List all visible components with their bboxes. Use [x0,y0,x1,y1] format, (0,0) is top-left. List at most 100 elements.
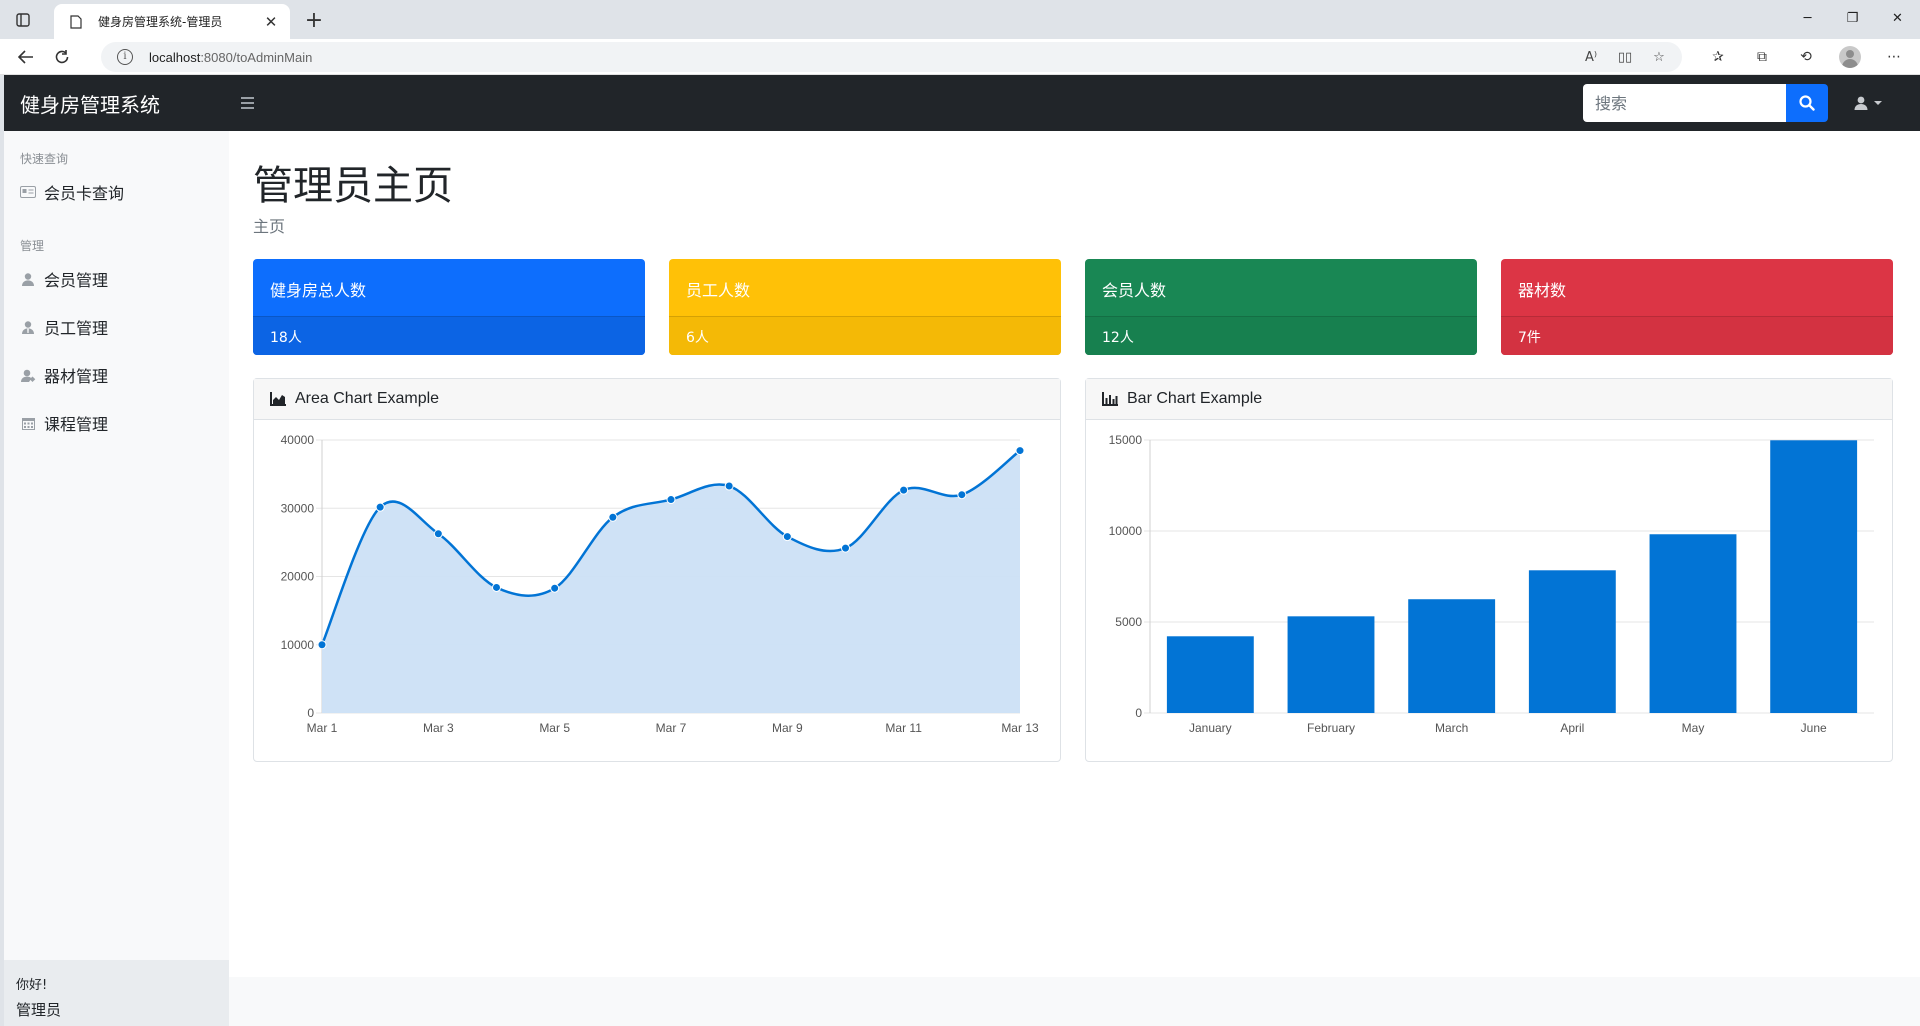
stat-card-equipment-count[interactable]: 器材数 7件 [1501,259,1893,355]
tab-title: 健身房管理系统-管理员 [98,15,223,29]
sidebar-item-members[interactable]: 会员管理 [20,268,108,290]
x-tick-label: Mar 5 [539,721,570,735]
url-text: localhost:8080/toAdminMain [149,49,313,65]
data-point [782,532,792,542]
user-icon [1854,96,1868,110]
y-tick-label: 0 [307,706,314,720]
x-tick-label: Mar 13 [1001,721,1039,735]
restore-icon[interactable]: ❐ [1830,0,1875,36]
user-dropdown[interactable] [1854,93,1882,113]
chevron-down-icon [1874,101,1882,105]
area-chart: 0 10000 20000 30000 40000 Mar 1 Mar 3 Mar 5 Mar … [281,433,1039,735]
x-tick-label: April [1560,721,1584,735]
more-menu-icon[interactable]: ⋯ [1882,45,1906,69]
area-fill [322,450,1020,713]
user-tie-icon [20,319,36,335]
y-tick-label: 30000 [281,501,315,515]
page-title: 管理员主页 [253,163,453,209]
sidebar-footer: 你好! 管理员 [4,960,229,1026]
read-aloud-icon[interactable]: A⁾ [1582,48,1600,66]
browser-tab-strip: 健身房管理系统-管理员 ✕ + ─ ❐ ✕ [0,0,1920,39]
site-info-icon[interactable]: i [117,49,133,65]
main-content: 管理员主页 主页 健身房总人数 18人 员工人数 6人 会员人数 12人 器材数… [229,131,1920,1026]
data-point [550,583,560,593]
user-icon [20,271,36,287]
data-point [492,582,501,592]
reader-view-icon[interactable]: ▯▯ [1616,48,1634,66]
top-navbar: 健身房管理系统 [4,75,1920,131]
data-point [899,485,909,495]
x-tick-label: Mar 3 [423,721,454,735]
calendar-icon [20,415,36,431]
back-arrow-icon[interactable] [12,44,40,70]
favorites-icon[interactable]: ✰ [1706,45,1730,69]
history-icon[interactable]: ⟲ [1794,45,1818,69]
stat-card-label: 会员人数 [1102,281,1167,300]
area-chart-card: Area Chart Example 0 10000 20000 30000 40000… [253,378,1061,762]
add-favorite-icon[interactable]: ☆ [1650,48,1668,66]
data-point [724,481,734,491]
sidebar: 快速查询 会员卡查询 管理 会员管理 员工管理 器材管理 课程管理 你好! 管理… [4,131,229,1026]
sidebar-toggle-icon[interactable] [236,92,258,114]
x-tick-label: Mar 11 [885,721,922,735]
page-icon [68,14,84,30]
refresh-icon[interactable] [48,44,76,70]
search-icon [1799,95,1815,111]
stat-card-label: 员工人数 [686,281,751,300]
stat-card-staff-count[interactable]: 员工人数 6人 [669,259,1061,355]
collections-icon[interactable]: ⧉ [1750,45,1774,69]
browser-tab[interactable]: 健身房管理系统-管理员 ✕ [54,4,290,39]
stat-card-value: 12人 [1085,316,1477,355]
address-bar[interactable]: i localhost:8080/toAdminMain A⁾ ▯▯ ☆ [101,42,1682,72]
stat-card-label: 器材数 [1518,281,1567,300]
greeting-text: 你好! [16,978,48,993]
stat-card-member-count[interactable]: 会员人数 12人 [1085,259,1477,355]
bar-chart: 0 5000 10000 15000 January February March April… [1109,433,1874,735]
tab-actions-icon[interactable] [12,9,34,31]
data-point [957,490,967,500]
sidebar-item-label: 会员管理 [44,271,109,290]
search-button[interactable] [1786,84,1828,122]
y-tick-label: 40000 [281,433,315,447]
stat-card-value: 7件 [1501,316,1893,355]
minimize-icon[interactable]: ─ [1785,0,1830,36]
equipment-icon [20,367,36,383]
x-tick-label: March [1435,721,1468,735]
close-window-icon[interactable]: ✕ [1875,0,1920,36]
data-point [608,512,618,522]
browser-toolbar: i localhost:8080/toAdminMain A⁾ ▯▯ ☆ ✰ ⧉… [0,39,1920,75]
x-tick-label: Mar 1 [307,721,338,735]
sidebar-item-label: 会员卡查询 [44,184,125,203]
bar [1770,440,1858,713]
stat-card-gym-total[interactable]: 健身房总人数 18人 [253,259,645,355]
search-input[interactable] [1595,93,1775,113]
data-point [666,495,676,505]
profile-icon[interactable] [1838,45,1862,69]
search-field[interactable] [1583,84,1786,122]
sidebar-item-equipment[interactable]: 器材管理 [20,364,108,386]
sidebar-item-staff[interactable]: 员工管理 [20,316,108,338]
y-tick-label: 10000 [1109,524,1143,538]
data-point [1015,446,1025,456]
data-point [375,502,385,512]
page-footer [229,977,1920,1026]
user-role-text: 管理员 [16,1001,62,1019]
app-window: 健身房管理系统 快速查询 会员卡查询 管理 会员管理 [4,75,1920,1026]
y-tick-label: 0 [1135,706,1142,720]
new-tab-button[interactable]: + [302,8,326,33]
bar-chart-card: Bar Chart Example 0 5000 10000 15000 January… [1085,378,1893,762]
bar-chart-icon [1102,392,1118,406]
bar [1166,636,1254,713]
data-point [433,529,443,539]
sidebar-item-label: 员工管理 [44,319,109,338]
bar [1649,534,1737,713]
breadcrumb: 主页 [253,217,286,236]
brand-logo-text[interactable]: 健身房管理系统 [20,89,160,118]
bar [1528,570,1616,713]
browser-actions: ✰ ⧉ ⟲ ⋯ [1706,45,1906,69]
close-tab-icon[interactable]: ✕ [262,13,280,31]
x-tick-label: January [1189,721,1232,735]
address-actions: A⁾ ▯▯ ☆ [1582,48,1668,66]
sidebar-item-card-query[interactable]: 会员卡查询 [20,181,124,203]
sidebar-item-courses[interactable]: 课程管理 [20,412,108,434]
